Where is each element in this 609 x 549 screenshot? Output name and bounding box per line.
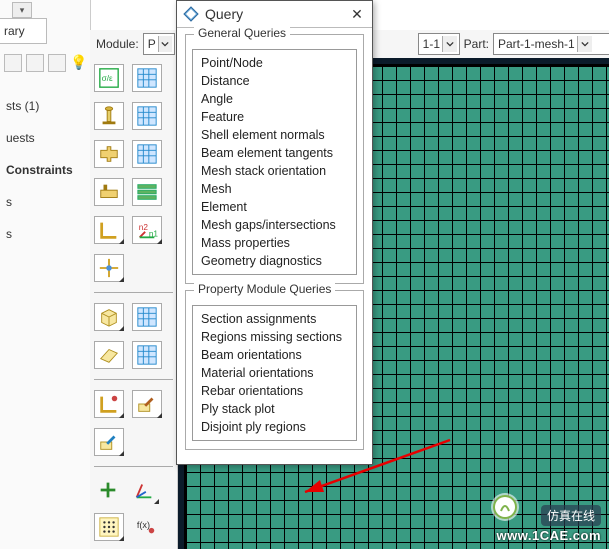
tool-equation-icon[interactable]: f(x) — [132, 513, 160, 539]
sidebar-tool-row: 💡 — [0, 54, 94, 76]
list-item[interactable]: Mass properties — [193, 234, 356, 252]
tree-item[interactable]: s — [6, 218, 86, 250]
query-dialog-icon — [183, 6, 199, 22]
list-item[interactable]: Mesh gaps/intersections — [193, 216, 356, 234]
tool-normal-icon[interactable]: n2n1 — [132, 216, 162, 244]
tool-stress-icon[interactable]: σ/ε — [94, 64, 124, 92]
tool-copy-icon[interactable] — [26, 54, 44, 72]
module-toolbox: σ/ε n2n1 f(x) — [90, 58, 178, 549]
list-item[interactable]: Beam orientations — [193, 346, 356, 364]
list-item[interactable]: Element — [193, 198, 356, 216]
tool-angle2-icon[interactable] — [94, 390, 124, 418]
tool-column-icon[interactable] — [94, 102, 124, 130]
list-item[interactable]: Disjoint ply regions — [193, 418, 356, 436]
tool-expand-icon[interactable] — [48, 54, 66, 72]
svg-text:σ/ε: σ/ε — [102, 74, 113, 83]
list-item[interactable]: Point/Node — [193, 54, 356, 72]
module-combo[interactable]: P — [143, 33, 175, 55]
tool-table-blue-icon[interactable] — [132, 140, 162, 168]
tool-angle-icon[interactable] — [94, 216, 124, 244]
tree-item-constraints[interactable]: Constraints — [6, 154, 86, 186]
list-item[interactable]: Regions missing sections — [193, 328, 356, 346]
watermark: 仿真在线 www.1CAE.com — [497, 505, 601, 543]
tree-item[interactable]: s — [6, 186, 86, 218]
m1-combo[interactable]: 1-1 — [418, 33, 460, 55]
group-title-property: Property Module Queries — [194, 282, 335, 296]
tool-lightbulb-icon[interactable]: 💡 — [70, 54, 86, 70]
tool-filter-icon[interactable] — [4, 54, 22, 72]
chevron-down-icon[interactable] — [158, 36, 172, 52]
group-general-queries: General Queries Point/Node Distance Angl… — [185, 34, 364, 284]
list-item[interactable]: Rebar orientations — [193, 382, 356, 400]
tool-dots-icon[interactable] — [94, 513, 124, 541]
list-item[interactable]: Shell element normals — [193, 126, 356, 144]
watermark-url: www.1CAE.com — [497, 528, 601, 543]
chevron-down-icon[interactable] — [577, 36, 592, 52]
tool-color-icon[interactable] — [94, 428, 124, 456]
group-title-general: General Queries — [194, 26, 290, 40]
tab-header-library[interactable]: rary — [0, 18, 47, 44]
watermark-text: 仿真在线 — [541, 505, 601, 526]
module-label: Module: — [96, 37, 139, 51]
svg-text:f(x): f(x) — [137, 520, 150, 530]
tool-table-blue-icon[interactable] — [132, 102, 162, 130]
list-item[interactable]: Geometry diagnostics — [193, 252, 356, 270]
tool-origin-icon[interactable] — [94, 254, 124, 282]
list-item[interactable]: Angle — [193, 90, 356, 108]
tree-item[interactable]: sts (1) — [6, 90, 86, 122]
list-item[interactable]: Feature — [193, 108, 356, 126]
left-sidebar-panel: ▾ rary 💡 sts (1) uests Constraints s s — [0, 0, 91, 549]
tool-table-blue-icon[interactable] — [132, 341, 162, 369]
tool-plus-icon[interactable] — [94, 477, 122, 503]
part-combo-value: Part-1-mesh-1 — [498, 37, 575, 51]
query-dialog-titlebar[interactable]: Query ✕ — [177, 1, 372, 28]
tool-table-blue-icon[interactable] — [132, 303, 162, 331]
general-queries-listbox[interactable]: Point/Node Distance Angle Feature Shell … — [192, 49, 357, 275]
group-property-queries: Property Module Queries Section assignme… — [185, 290, 364, 450]
close-icon[interactable]: ✕ — [348, 5, 366, 23]
model-tree: sts (1) uests Constraints s s — [6, 90, 86, 250]
tool-grid-blue-icon[interactable] — [132, 64, 162, 92]
list-item[interactable]: Mesh — [193, 180, 356, 198]
chevron-down-icon[interactable] — [442, 36, 457, 52]
tool-section-icon[interactable] — [94, 178, 124, 206]
query-dialog-title: Query — [205, 6, 243, 22]
tool-stack-icon[interactable] — [132, 178, 162, 206]
list-item[interactable]: Distance — [193, 72, 356, 90]
list-item[interactable]: Beam element tangents — [193, 144, 356, 162]
list-item[interactable]: Section assignments — [193, 310, 356, 328]
property-queries-listbox[interactable]: Section assignments Regions missing sect… — [192, 305, 357, 441]
part-label: Part: — [464, 37, 489, 51]
tree-item[interactable]: uests — [6, 122, 86, 154]
tool-edit-icon[interactable] — [132, 390, 162, 418]
list-item-ply-stack-plot[interactable]: Ply stack plot — [193, 400, 356, 418]
list-item[interactable]: Material orientations — [193, 364, 356, 382]
query-dialog: Query ✕ General Queries Point/Node Dista… — [176, 0, 373, 465]
module-combo-value: P — [148, 37, 156, 51]
tab-close-button[interactable]: ▾ — [12, 2, 32, 18]
tool-box3d-icon[interactable] — [94, 303, 124, 331]
svg-text:n1: n1 — [149, 229, 158, 238]
part-combo[interactable]: Part-1-mesh-1 — [493, 33, 609, 55]
tool-beam-icon[interactable] — [94, 140, 124, 168]
tool-plate-icon[interactable] — [94, 341, 124, 369]
m1-combo-value: 1-1 — [423, 37, 440, 51]
list-item[interactable]: Mesh stack orientation — [193, 162, 356, 180]
svg-text:n2: n2 — [139, 223, 149, 232]
tool-axes-icon[interactable] — [130, 477, 158, 503]
